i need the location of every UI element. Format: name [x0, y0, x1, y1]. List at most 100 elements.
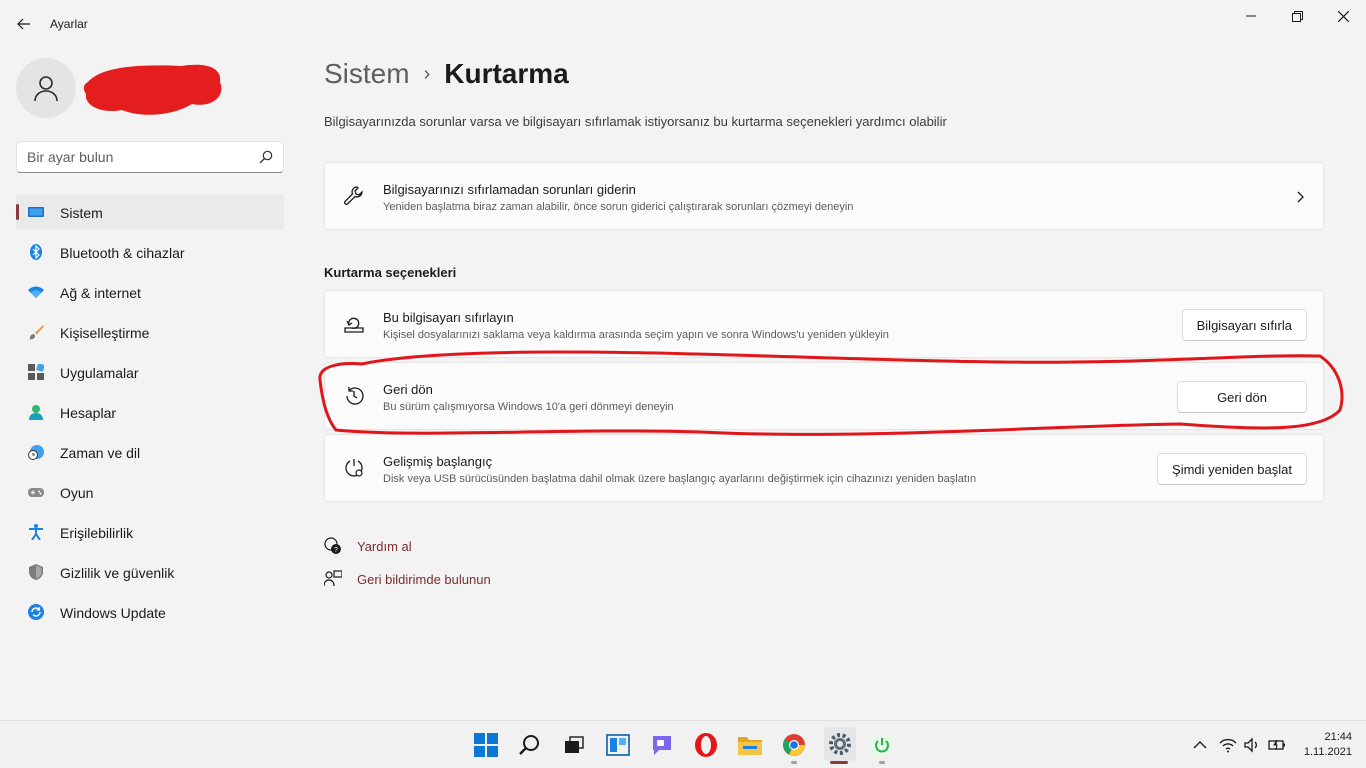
reset-pc-button[interactable]: Bilgisayarı sıfırla — [1181, 309, 1307, 341]
chevron-right-icon — [1297, 191, 1304, 203]
advanced-startup-title: Gelişmiş başlangıç — [383, 454, 493, 469]
power-icon — [872, 735, 892, 755]
reset-title: Bu bilgisayarı sıfırlayın — [383, 310, 514, 325]
sidebar-item-time-language[interactable]: Zaman ve dil — [16, 434, 284, 470]
reset-subtitle: Kişisel dosyalarınızı saklama veya kaldı… — [383, 329, 889, 341]
close-button[interactable] — [1320, 0, 1366, 32]
chrome-button[interactable] — [780, 731, 808, 759]
clock-date: 1.11.2021 — [1303, 746, 1352, 758]
shield-icon — [29, 564, 43, 580]
sidebar-item-label: Hesaplar — [60, 405, 117, 421]
open-app-indicator — [791, 761, 797, 764]
title-bar: Ayarlar — [0, 0, 1366, 48]
breadcrumb-parent[interactable]: Sistem — [324, 58, 410, 89]
feedback-icon — [324, 570, 342, 587]
sidebar-item-bluetooth[interactable]: Bluetooth & cihazlar — [16, 234, 284, 270]
task-view-icon — [565, 736, 584, 753]
taskbar-search-button[interactable] — [516, 731, 544, 759]
battery-charging-icon[interactable] — [1267, 735, 1287, 755]
advanced-startup-subtitle: Disk veya USB sürücüsünden başlatma dahi… — [383, 473, 977, 485]
sidebar-nav: Sistem Bluetooth & cihazlar Ağ & interne… — [16, 194, 284, 634]
back-button[interactable] — [8, 8, 40, 40]
close-icon — [1337, 10, 1349, 22]
sidebar-item-label: Sistem — [60, 205, 103, 221]
reset-pc-card: Bu bilgisayarı sıfırlayın Kişisel dosyal… — [324, 290, 1324, 358]
sidebar-item-network[interactable]: Ağ & internet — [16, 274, 284, 310]
search-icon[interactable] — [259, 150, 273, 164]
sidebar-item-label: Erişilebilirlik — [60, 525, 134, 541]
taskbar: 21:44 1.11.2021 — [0, 720, 1366, 768]
restart-now-button[interactable]: Şimdi yeniden başlat — [1157, 453, 1307, 485]
widgets-icon — [606, 734, 630, 756]
apps-icon — [28, 364, 44, 380]
restore-icon — [1291, 10, 1303, 22]
breadcrumb-separator: › — [423, 63, 431, 85]
update-icon — [28, 604, 44, 620]
opera-button[interactable] — [692, 731, 720, 759]
file-explorer-button[interactable] — [736, 731, 764, 759]
svg-text:?: ? — [334, 547, 338, 554]
wifi-icon — [28, 286, 44, 298]
settings-search[interactable] — [16, 141, 284, 173]
page-description: Bilgisayarınızda sorunlar varsa ve bilgi… — [324, 114, 947, 129]
chat-button[interactable] — [648, 731, 676, 759]
accessibility-icon — [29, 524, 43, 540]
task-view-button[interactable] — [560, 731, 588, 759]
sidebar-item-sistem[interactable]: Sistem — [16, 194, 284, 230]
minimize-button[interactable] — [1228, 0, 1274, 32]
page-title: Kurtarma — [444, 58, 569, 89]
settings-taskbar-button[interactable] — [824, 727, 856, 761]
folder-icon — [738, 737, 762, 755]
gamepad-icon — [28, 488, 44, 497]
sidebar-item-privacy[interactable]: Gizlilik ve güvenlik — [16, 554, 284, 590]
go-back-subtitle: Bu sürüm çalışmıyorsa Windows 10'a geri … — [383, 401, 674, 413]
active-app-indicator — [830, 761, 848, 764]
system-clock[interactable]: 21:44 1.11.2021 — [1304, 730, 1352, 760]
maximize-button[interactable] — [1274, 0, 1320, 32]
windows-logo-icon — [474, 733, 498, 757]
open-app-indicator — [879, 761, 885, 764]
history-icon — [346, 387, 364, 405]
recovery-section-title: Kurtarma seçenekleri — [324, 265, 457, 280]
search-input[interactable] — [27, 149, 247, 165]
sidebar-item-apps[interactable]: Uygulamalar — [16, 354, 284, 390]
person-icon — [29, 405, 43, 420]
chevron-up-icon[interactable] — [1190, 735, 1210, 755]
user-profile[interactable] — [16, 58, 76, 118]
start-button[interactable] — [472, 731, 500, 759]
paintbrush-icon — [28, 325, 44, 340]
avatar[interactable] — [16, 58, 76, 118]
troubleshoot-subtitle: Yeniden başlatma biraz zaman alabilir, ö… — [383, 201, 854, 213]
volume-icon[interactable] — [1242, 735, 1262, 755]
search-icon — [519, 735, 539, 755]
breadcrumb: Sistem › Kurtarma — [324, 58, 569, 90]
app-title: Ayarlar — [50, 17, 88, 31]
sidebar-item-personalization[interactable]: Kişiselleştirme — [16, 314, 284, 350]
go-back-button[interactable]: Geri dön — [1177, 381, 1307, 413]
sidebar-item-gaming[interactable]: Oyun — [16, 474, 284, 510]
sidebar-item-accounts[interactable]: Hesaplar — [16, 394, 284, 430]
feedback-link-label[interactable]: Geri bildirimde bulunun — [357, 572, 491, 587]
sidebar-item-label: Zaman ve dil — [60, 445, 141, 461]
troubleshoot-title: Bilgisayarınızı sıfırlamadan sorunları g… — [383, 182, 636, 197]
sidebar-item-label: Ağ & internet — [60, 285, 141, 301]
globe-clock-icon — [28, 445, 44, 460]
power-app-button[interactable] — [868, 731, 896, 759]
wifi-icon[interactable] — [1218, 735, 1238, 755]
chrome-icon — [783, 734, 805, 756]
sidebar-item-label: Uygulamalar — [60, 365, 139, 381]
sidebar-item-accessibility[interactable]: Erişilebilirlik — [16, 514, 284, 550]
help-link-label[interactable]: Yardım al — [357, 539, 412, 554]
gear-icon — [829, 733, 851, 755]
back-arrow-icon — [17, 18, 30, 30]
chat-icon — [653, 736, 671, 755]
opera-icon — [695, 733, 717, 757]
widgets-button[interactable] — [604, 731, 632, 759]
troubleshoot-card[interactable]: Bilgisayarınızı sıfırlamadan sorunları g… — [324, 162, 1324, 230]
minimize-icon — [1246, 15, 1256, 17]
clock-time: 21:44 — [1324, 731, 1352, 743]
advanced-startup-card: Gelişmiş başlangıç Disk veya USB sürücüs… — [324, 434, 1324, 502]
sidebar-item-windows-update[interactable]: Windows Update — [16, 594, 284, 630]
go-back-title: Geri dön — [383, 382, 433, 397]
advanced-startup-icon — [345, 459, 363, 477]
